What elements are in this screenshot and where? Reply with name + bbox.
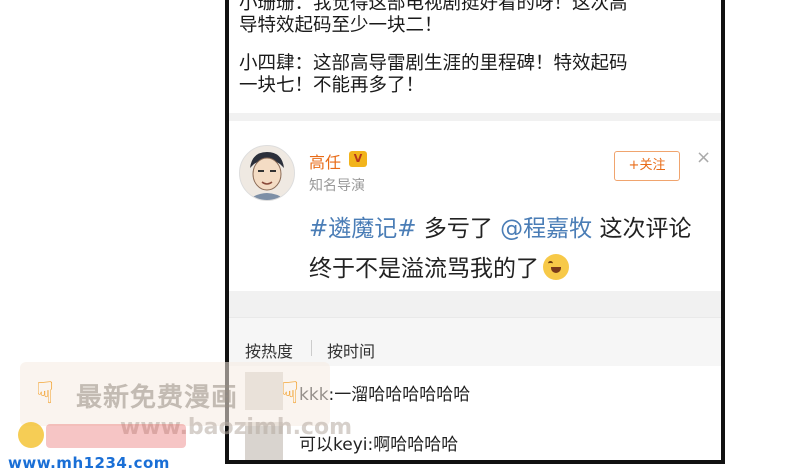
comment-text-2: 小四肆：这部高导雷剧生涯的里程碑！特效起码 一块七！不能再多了！ (239, 53, 628, 96)
logo-circle-icon (18, 422, 44, 448)
username[interactable]: 高任 (309, 149, 341, 173)
mention-link[interactable]: @程嘉牧 (500, 216, 592, 242)
comment-text-1: 小珊珊：我觉得这部电视剧挺好看的呀！这次高 导特效起码至少一块二！ (239, 0, 628, 36)
pointing-hand-icon: ☟ (36, 376, 55, 411)
follow-button[interactable]: +关注 (614, 151, 680, 181)
avatar-portrait (240, 146, 294, 200)
watermark-title: 最新免费漫画 (76, 383, 239, 413)
watermark-url-blue: www.mh1234.com (8, 454, 170, 472)
divider (229, 113, 721, 121)
sort-bar: 按热度 按时间 (229, 317, 721, 366)
previous-comments: 小珊珊：我觉得这部电视剧挺好看的呀！这次高 导特效起码至少一块二！ 小四肆：这部… (239, 0, 709, 113)
sort-by-hot-tab[interactable]: 按热度 (245, 338, 293, 362)
logo-banner (46, 424, 186, 448)
sort-by-time-tab[interactable]: 按时间 (327, 338, 375, 362)
vip-badge-icon: V (349, 151, 367, 167)
weibo-post: 高任 V 知名导演 +关注 × #遴魔记# 多亏了 @程嘉牧 这次评论 终于不是… (229, 121, 721, 291)
divider (229, 291, 721, 317)
close-icon[interactable]: × (696, 147, 711, 168)
watermark-logo (18, 420, 208, 454)
avatar[interactable] (239, 145, 295, 201)
user-description: 知名导演 (309, 178, 365, 194)
post-content: #遴魔记# 多亏了 @程嘉牧 这次评论 终于不是溢流骂我的了 (309, 209, 719, 289)
post-text-part-1: 多亏了 (416, 216, 501, 242)
pointing-hand-icon: ☟ (281, 376, 300, 411)
sort-separator (311, 340, 312, 356)
laugh-cry-icon (543, 254, 569, 280)
hashtag-link[interactable]: #遴魔记# (309, 216, 417, 242)
